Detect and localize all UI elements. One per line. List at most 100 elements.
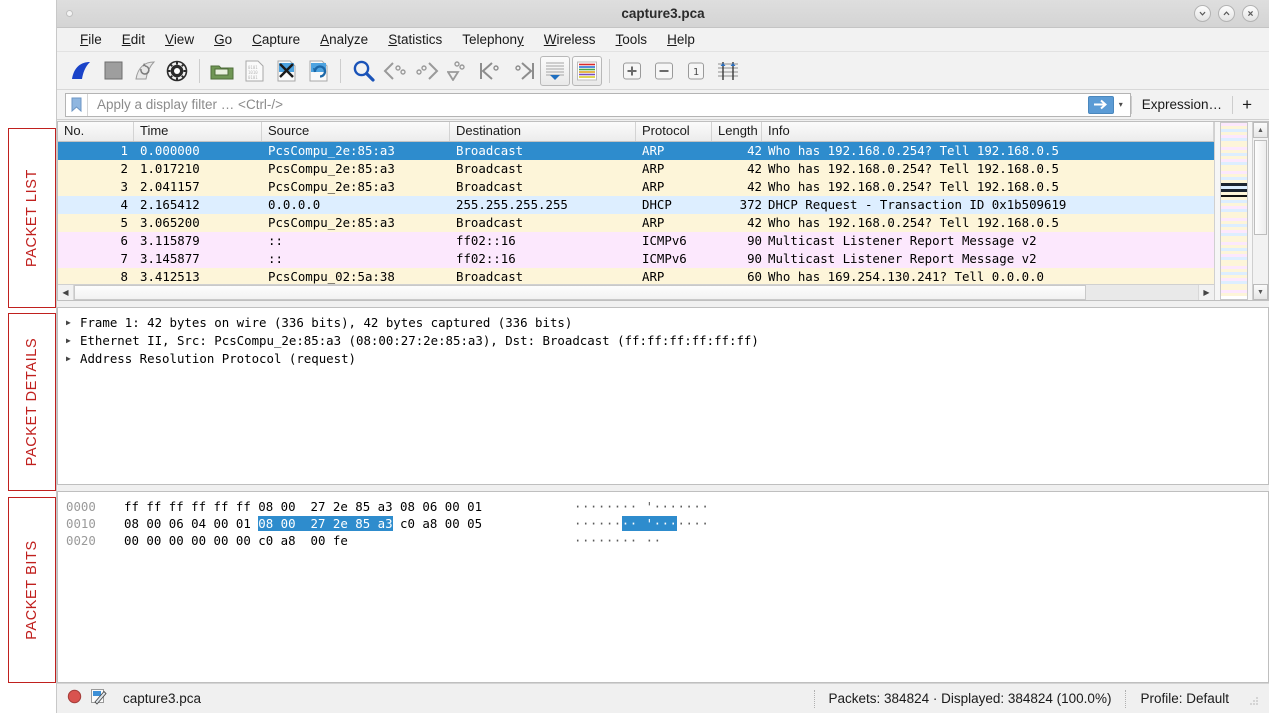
packet-length: 42 — [747, 143, 762, 158]
go-first-packet-icon[interactable] — [476, 56, 506, 86]
expand-triangle-icon[interactable]: ▶ — [66, 350, 80, 368]
add-filter-button[interactable]: + — [1233, 95, 1261, 115]
packet-details-pane[interactable]: ▶ Frame 1: 42 bytes on wire (336 bits), 4… — [57, 307, 1269, 485]
packet-list-vscrollbar[interactable]: ▲ ▼ — [1252, 122, 1268, 300]
column-header-destination[interactable]: Destination — [450, 122, 636, 141]
open-file-icon[interactable] — [207, 56, 237, 86]
toolbar-separator-3 — [609, 58, 610, 83]
colorize-icon[interactable] — [572, 55, 602, 86]
go-forward-icon[interactable] — [412, 56, 442, 86]
menu-file[interactable]: File — [71, 30, 111, 49]
column-header-info[interactable]: Info — [762, 122, 1214, 141]
menu-go[interactable]: Go — [205, 30, 241, 49]
packet-row[interactable]: 4 2.165412 0.0.0.0 255.255.255.255 DHCP 372 DH… — [58, 196, 1214, 214]
filter-apply-group: ▾ — [1087, 95, 1128, 115]
column-header-no[interactable]: No. — [58, 122, 134, 141]
packet-row[interactable]: 2 1.017210 PcsCompu_2e:85:a3 Broadcast ARP 42… — [58, 160, 1214, 178]
packet-detail-row[interactable]: ▶ Ethernet II, Src: PcsCompu_2e:85:a3 (08… — [66, 332, 1268, 350]
packet-detail-row[interactable]: ▶ Address Resolution Protocol (request) — [66, 350, 1268, 368]
expand-triangle-icon[interactable]: ▶ — [66, 332, 80, 350]
resize-columns-icon[interactable] — [713, 56, 743, 86]
packet-detail-row[interactable]: ▶ Frame 1: 42 bytes on wire (336 bits), 4… — [66, 314, 1268, 332]
menu-tools[interactable]: Tools — [607, 30, 657, 49]
status-profile[interactable]: Profile: Default — [1126, 691, 1243, 706]
column-header-source[interactable]: Source — [262, 122, 450, 141]
record-icon[interactable] — [67, 689, 82, 709]
packet-row[interactable]: 8 3.412513 PcsCompu_02:5a:38 Broadcast ARP 60… — [58, 268, 1214, 284]
vscroll-track[interactable] — [1253, 138, 1268, 284]
hex-dump-row[interactable]: 0020 00 00 00 00 00 00 c0 a8 00 fe ·······… — [58, 532, 1268, 549]
go-last-packet-icon[interactable] — [508, 56, 538, 86]
packet-row[interactable]: 1 0.000000 PcsCompu_2e:85:a3 Broadcast ARP 42… — [58, 142, 1214, 160]
save-file-icon[interactable]: 0101 1010 0101 — [239, 56, 269, 86]
column-header-length[interactable]: Length — [712, 122, 762, 141]
column-header-protocol[interactable]: Protocol — [636, 122, 712, 141]
filter-input-wrapper[interactable]: Apply a display filter … <Ctrl-/> ▾ — [65, 92, 1131, 117]
filter-expression-button[interactable]: Expression… — [1132, 97, 1232, 112]
hex-dump-row[interactable]: 0010 08 00 06 04 00 01 08 00 27 2e 85 a3 … — [58, 515, 1268, 532]
hscroll-left-button[interactable]: ◀ — [58, 285, 74, 300]
packet-destination: Broadcast — [456, 269, 524, 284]
annotation-packet-list-label: PACKET LIST — [24, 169, 40, 267]
packet-bytes-pane[interactable]: 0000 ff ff ff ff ff ff 08 00 27 2e 85 a3 … — [57, 491, 1269, 683]
zoom-in-icon[interactable] — [617, 56, 647, 86]
find-packet-icon[interactable] — [348, 56, 378, 86]
packet-row[interactable]: 5 3.065200 PcsCompu_2e:85:a3 Broadcast ARP 42… — [58, 214, 1214, 232]
close-file-icon[interactable] — [271, 56, 301, 86]
window-controls — [1194, 5, 1259, 22]
packet-destination: 255.255.255.255 — [456, 197, 568, 212]
packet-source: 0.0.0.0 — [268, 197, 321, 212]
menu-wireless[interactable]: Wireless — [535, 30, 605, 49]
zoom-out-icon[interactable] — [649, 56, 679, 86]
maximize-button[interactable] — [1218, 5, 1235, 22]
packet-destination: Broadcast — [456, 179, 524, 194]
vscroll-down-button[interactable]: ▼ — [1253, 284, 1268, 300]
annotation-packet-details: PACKET DETAILS — [8, 313, 56, 491]
vscroll-thumb[interactable] — [1254, 140, 1267, 235]
svg-text:1: 1 — [693, 67, 699, 78]
minimize-button[interactable] — [1194, 5, 1211, 22]
annotation-packet-list: PACKET LIST — [8, 128, 56, 308]
hscroll-track[interactable] — [74, 285, 1198, 300]
start-capture-icon[interactable] — [66, 56, 96, 86]
apply-filter-button[interactable] — [1087, 95, 1114, 114]
bookmark-icon[interactable] — [66, 93, 88, 116]
packet-row[interactable]: 7 3.145877:: ff02::16 ICMPv6 90 Multicast Lis… — [58, 250, 1214, 268]
expand-triangle-icon[interactable]: ▶ — [66, 314, 80, 332]
intelligent-scrollbar-minimap[interactable] — [1214, 122, 1252, 300]
packet-time: 1.017210 — [140, 161, 200, 176]
go-to-packet-icon[interactable] — [444, 56, 474, 86]
packet-detail-text: Frame 1: 42 bytes on wire (336 bits), 42… — [80, 315, 573, 330]
menu-telephony[interactable]: Telephony — [453, 30, 533, 49]
packet-info: Who has 169.254.130.241? Tell 0.0.0.0 — [768, 269, 1045, 284]
close-button[interactable] — [1242, 5, 1259, 22]
vscroll-up-button[interactable]: ▲ — [1253, 122, 1268, 138]
packet-row[interactable]: 3 2.041157 PcsCompu_2e:85:a3 Broadcast ARP 42… — [58, 178, 1214, 196]
packet-protocol: ICMPv6 — [642, 251, 687, 266]
zoom-reset-icon[interactable]: 1 — [681, 56, 711, 86]
packet-list-hscrollbar[interactable]: ◀ ▶ — [58, 284, 1214, 300]
stop-capture-icon[interactable] — [98, 56, 128, 86]
reload-file-icon[interactable] — [303, 56, 333, 86]
resize-grip-icon[interactable] — [1247, 693, 1259, 705]
menu-statistics[interactable]: Statistics — [379, 30, 451, 49]
packet-destination: ff02::16 — [456, 233, 516, 248]
hscroll-thumb[interactable] — [74, 285, 1086, 300]
capture-options-icon[interactable] — [162, 56, 192, 86]
go-back-icon[interactable] — [380, 56, 410, 86]
hex-dump-row[interactable]: 0000 ff ff ff ff ff ff 08 00 27 2e 85 a3 … — [58, 498, 1268, 515]
hscroll-right-button[interactable]: ▶ — [1198, 285, 1214, 300]
column-header-time[interactable]: Time — [134, 122, 262, 141]
auto-scroll-icon[interactable] — [540, 55, 570, 86]
annotation-packet-bits-label: PACKET BITS — [24, 540, 40, 640]
restart-capture-icon[interactable] — [130, 56, 160, 86]
filter-history-dropdown-icon[interactable]: ▾ — [1114, 100, 1128, 109]
capture-comment-icon[interactable] — [90, 688, 107, 710]
menu-edit[interactable]: Edit — [113, 30, 154, 49]
menu-view[interactable]: View — [156, 30, 203, 49]
packet-row[interactable]: 6 3.115879:: ff02::16 ICMPv6 90 Multicast Lis… — [58, 232, 1214, 250]
menu-help[interactable]: Help — [658, 30, 704, 49]
search-input[interactable]: Apply a display filter … <Ctrl-/> — [88, 97, 283, 112]
menu-analyze[interactable]: Analyze — [311, 30, 377, 49]
menu-capture[interactable]: Capture — [243, 30, 309, 49]
